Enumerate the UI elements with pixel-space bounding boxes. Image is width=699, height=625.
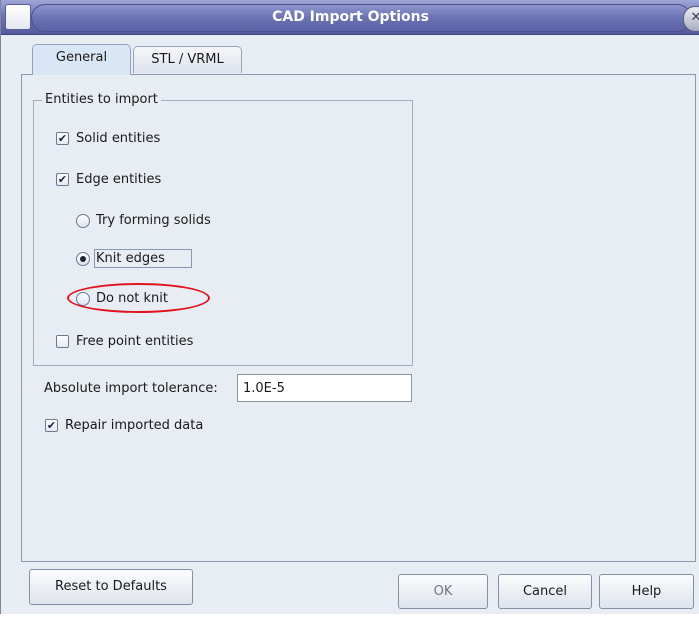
checkbox-unchecked-icon[interactable] — [56, 335, 69, 348]
ok-button[interactable]: OK — [398, 574, 488, 609]
close-icon[interactable]: ✕ — [683, 6, 699, 32]
help-button[interactable]: Help — [599, 574, 694, 609]
window-bottom-edge — [0, 614, 699, 625]
knit-edges-radio[interactable]: Knit edges — [76, 249, 236, 269]
repair-imported-data-label: Repair imported data — [65, 418, 204, 433]
free-point-entities-label: Free point entities — [76, 334, 194, 349]
tolerance-input[interactable] — [237, 374, 412, 402]
solid-entities-label: Solid entities — [76, 131, 161, 146]
red-highlight-ellipse — [67, 283, 210, 313]
tolerance-label: Absolute import tolerance: — [44, 381, 218, 396]
solid-entities-checkbox[interactable]: ✔ Solid entities — [56, 129, 216, 149]
tab-stl-vrml[interactable]: STL / VRML — [133, 46, 242, 73]
edge-entities-label: Edge entities — [76, 172, 162, 187]
radio-dot-icon — [80, 256, 86, 262]
repair-imported-data-checkbox[interactable]: ✔ Repair imported data — [45, 416, 245, 436]
checkbox-checked-icon[interactable]: ✔ — [45, 419, 58, 432]
checkbox-checked-icon[interactable]: ✔ — [56, 132, 69, 145]
knit-edges-label: Knit edges — [96, 251, 165, 266]
checkbox-checked-icon[interactable]: ✔ — [56, 173, 69, 186]
reset-to-defaults-button[interactable]: Reset to Defaults — [29, 569, 193, 605]
tab-general[interactable]: General — [32, 44, 131, 75]
edge-entities-checkbox[interactable]: ✔ Edge entities — [56, 170, 216, 190]
title-bar[interactable]: CAD Import Options ✕ — [1, 0, 699, 35]
cad-import-options-dialog: CAD Import Options ✕ General STL / VRML … — [0, 0, 699, 614]
entities-to-import-label: Entities to import — [42, 92, 161, 107]
free-point-entities-checkbox[interactable]: Free point entities — [56, 332, 236, 352]
try-forming-solids-label: Try forming solids — [96, 213, 211, 228]
try-forming-solids-radio[interactable]: Try forming solids — [76, 211, 256, 231]
cancel-button[interactable]: Cancel — [498, 574, 592, 609]
radio-selected-icon[interactable] — [76, 252, 90, 266]
window-title: CAD Import Options — [272, 9, 429, 25]
radio-unselected-icon[interactable] — [76, 214, 90, 228]
